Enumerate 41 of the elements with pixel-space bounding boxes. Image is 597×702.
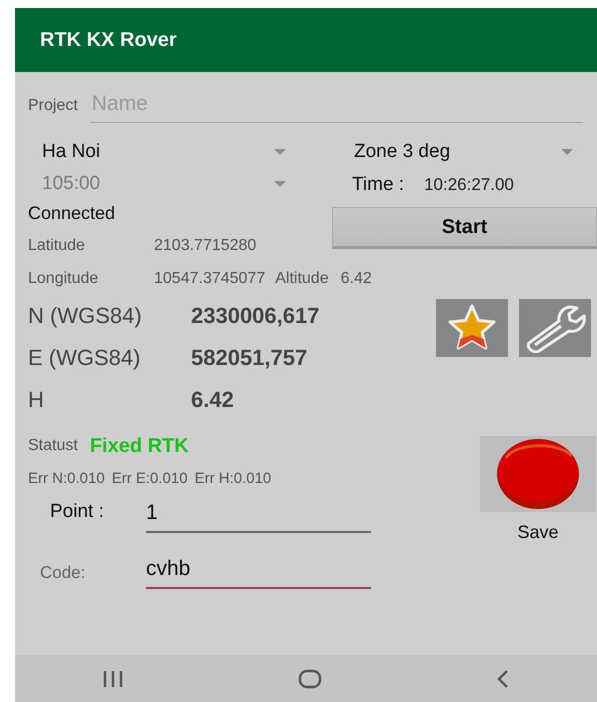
coordinate-value: 582051,757 bbox=[191, 345, 308, 371]
field-label: Code: bbox=[39, 563, 86, 584]
altitude-label: Altitude bbox=[275, 270, 329, 288]
favorite-button[interactable] bbox=[436, 299, 508, 357]
home-icon[interactable] bbox=[298, 668, 322, 688]
input-field[interactable]: cvhb bbox=[146, 555, 371, 589]
time-value: 10:26:27.00 bbox=[424, 175, 514, 195]
status-label: Statust bbox=[28, 437, 78, 455]
coordinate-label: H bbox=[28, 387, 45, 413]
error-value: Err E:0.010 bbox=[112, 470, 188, 486]
latitude-label: Latitude bbox=[28, 237, 86, 255]
record-icon bbox=[496, 438, 580, 510]
field-label: Project bbox=[28, 97, 78, 116]
longitude-value: 10547.3745077 bbox=[154, 270, 266, 288]
dropdown[interactable]: Zone 3 deg bbox=[352, 137, 577, 167]
coordinate-label: E (WGS84) bbox=[28, 345, 142, 371]
longitude-label: Longitude bbox=[28, 270, 100, 288]
coordinate-label: N (WGS84) bbox=[28, 303, 143, 329]
start-button[interactable]: Start bbox=[332, 207, 597, 249]
dropdown[interactable]: Ha Noi bbox=[40, 137, 290, 167]
altitude-value: 6.42 bbox=[340, 270, 372, 288]
star-icon bbox=[447, 304, 497, 352]
input-field[interactable]: 1 bbox=[146, 499, 371, 533]
time-label: Time : bbox=[352, 174, 404, 196]
connection-status: Connected bbox=[28, 203, 116, 225]
settings-button[interactable] bbox=[519, 299, 591, 357]
save-label: Save bbox=[517, 522, 559, 543]
back-icon[interactable] bbox=[496, 668, 510, 688]
coordinate-value: 6.42 bbox=[191, 387, 234, 413]
caret-icon bbox=[274, 148, 286, 156]
latitude-value: 2103.7715280 bbox=[154, 237, 256, 255]
status-value: Fixed RTK bbox=[90, 434, 189, 458]
error-value: Err N:0.010 bbox=[28, 470, 105, 486]
recent-apps-icon[interactable] bbox=[102, 670, 124, 688]
error-value: Err H:0.010 bbox=[194, 470, 272, 486]
app-title: RTK KX Rover bbox=[40, 28, 177, 52]
coordinate-value: 2330006,617 bbox=[191, 303, 320, 329]
caret-icon bbox=[561, 148, 573, 156]
caret-icon bbox=[274, 180, 286, 188]
field-label: Point : bbox=[49, 501, 105, 524]
record-button[interactable] bbox=[480, 436, 596, 512]
